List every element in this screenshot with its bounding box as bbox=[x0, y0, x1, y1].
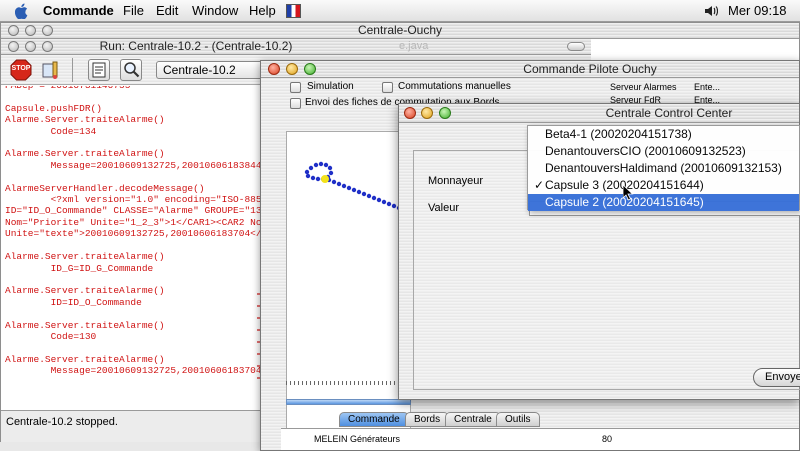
menu-window[interactable]: Window bbox=[192, 3, 238, 18]
volume-icon[interactable] bbox=[704, 5, 719, 17]
stop-button[interactable]: STOP bbox=[10, 59, 32, 81]
menubar-clock[interactable]: Mer 09:18 bbox=[728, 3, 787, 18]
close-icon[interactable] bbox=[8, 41, 19, 52]
console-line: Alarme.Server.traiteAlarme() bbox=[5, 285, 165, 297]
console-line: ID="ID_O_Commande" CLASSE="Alarme" GROUP… bbox=[5, 205, 262, 217]
ide-window-title: Centrale-Ouchy bbox=[357, 23, 443, 37]
monnayeur-label: Monnayeur bbox=[428, 175, 484, 187]
simulation-checkbox[interactable] bbox=[290, 82, 301, 93]
toolbar-separator bbox=[72, 58, 73, 82]
serveur-alarmes-label: Serveur Alarmes bbox=[610, 82, 677, 92]
zoom-icon[interactable] bbox=[42, 41, 53, 52]
checkmark-icon: ✓ bbox=[534, 178, 545, 192]
zoom-icon[interactable] bbox=[304, 63, 316, 75]
console-line: Message=20010609132725,20010606183844 bbox=[5, 159, 262, 171]
pilot-window-title: Commande Pilote Ouchy bbox=[523, 62, 657, 76]
tab-centrale[interactable]: Centrale bbox=[445, 412, 501, 427]
target-combo[interactable]: Centrale-10.2 bbox=[156, 61, 266, 79]
capsule-dropdown[interactable]: Beta4-1 (20020204151738) DenantouversCIO… bbox=[527, 125, 800, 211]
close-icon[interactable] bbox=[8, 25, 19, 36]
dropdown-item-denantouvers-haldimand[interactable]: DenantouversHaldimand (20010609132153) bbox=[528, 160, 799, 177]
track-panel[interactable] bbox=[286, 131, 411, 441]
collapse-pill-icon[interactable] bbox=[567, 42, 585, 51]
envoyer-button[interactable]: Envoye bbox=[753, 368, 800, 387]
console-line: <?xml version="1.0" encoding="ISO-8859- bbox=[5, 194, 263, 206]
menu-edit[interactable]: Edit bbox=[156, 3, 178, 18]
zoom-icon[interactable] bbox=[42, 25, 53, 36]
flag-icon[interactable] bbox=[286, 4, 301, 18]
console-line: Nom="Priorite" Unite="1_2_3">1</CAR1><CA… bbox=[5, 216, 262, 228]
console-line: Code=134 bbox=[5, 125, 97, 137]
dropdown-item-denantouvers-cio[interactable]: DenantouversCIO (20010609132523) bbox=[528, 143, 799, 160]
menu-file[interactable]: File bbox=[123, 3, 144, 18]
control-titlebar[interactable]: Centrale Control Center bbox=[399, 104, 799, 123]
minimize-icon[interactable] bbox=[421, 107, 433, 119]
tab-bords[interactable]: Bords bbox=[405, 412, 450, 427]
bottom-row-label: MELEIN Générateurs bbox=[314, 434, 401, 444]
console-line: ID=ID_O_Commande bbox=[5, 296, 142, 308]
mouse-pointer-icon bbox=[622, 184, 634, 201]
status-text: Centrale-10.2 stopped. bbox=[6, 416, 118, 428]
progress-bar bbox=[286, 399, 411, 405]
envoyer-label: Envoye bbox=[765, 371, 800, 383]
console-line: Alarme.Server.traiteAlarme() bbox=[5, 251, 165, 263]
run-titlebar[interactable]: Run: Centrale-10.2 - (Centrale-10.2) e.j… bbox=[1, 39, 591, 55]
valeur-label: Valeur bbox=[428, 202, 459, 214]
ide-titlebar[interactable]: Centrale-Ouchy bbox=[1, 23, 799, 39]
commutations-label: Commutations manuelles bbox=[398, 81, 511, 92]
console-line: Unite="texte">20010609132725,20010606183… bbox=[5, 228, 262, 240]
control-window-title: Centrale Control Center bbox=[605, 106, 733, 120]
minimize-icon[interactable] bbox=[25, 25, 36, 36]
console-text: PADep = 20010731140755 Capsule.pushFDR()… bbox=[5, 86, 263, 377]
simulation-label: Simulation bbox=[307, 81, 354, 92]
commutations-checkbox[interactable] bbox=[382, 82, 393, 93]
minimize-icon[interactable] bbox=[25, 41, 36, 52]
console-output[interactable]: PADep = 20010731140755 Capsule.pushFDR()… bbox=[1, 86, 263, 408]
tab-commande[interactable]: Commande bbox=[339, 412, 409, 427]
dropdown-item-capsule-2[interactable]: Capsule 2 (20020204151645) bbox=[528, 194, 799, 211]
console-line: Alarme.Server.traiteAlarme() bbox=[5, 114, 165, 126]
track-scale bbox=[286, 381, 411, 385]
pilot-titlebar[interactable]: Commande Pilote Ouchy bbox=[261, 61, 799, 78]
menu-bar: Commande File Edit Window Help Mer 09:18 bbox=[0, 0, 800, 22]
zoom-icon[interactable] bbox=[439, 107, 451, 119]
faded-file-label: e.java bbox=[399, 40, 429, 52]
console-line: Alarme.Server.traiteAlarme() bbox=[5, 319, 165, 331]
console-line: ID_G=ID_G_Commande bbox=[5, 262, 154, 274]
console-line: AlarmeServerHandler.decodeMessage() bbox=[5, 182, 205, 194]
target-combo-value: Centrale-10.2 bbox=[163, 63, 236, 77]
magnifier-icon[interactable] bbox=[120, 59, 142, 81]
close-icon[interactable] bbox=[404, 107, 416, 119]
console-line: Code=130 bbox=[5, 330, 97, 342]
close-icon[interactable] bbox=[268, 63, 280, 75]
menu-help[interactable]: Help bbox=[249, 3, 276, 18]
apple-icon[interactable] bbox=[14, 3, 29, 20]
minimize-icon[interactable] bbox=[286, 63, 298, 75]
envoi-checkbox[interactable] bbox=[290, 98, 301, 109]
list-icon[interactable] bbox=[88, 59, 110, 81]
tab-content: MELEIN Générateurs 80 bbox=[281, 428, 799, 450]
app-menu[interactable]: Commande bbox=[43, 3, 114, 18]
tab-outils[interactable]: Outils bbox=[496, 412, 540, 427]
stop-label: STOP bbox=[11, 65, 31, 72]
dropdown-item-beta4[interactable]: Beta4-1 (20020204151738) bbox=[528, 126, 799, 143]
console-line: Message=20010609132725,20010606183704 bbox=[5, 365, 262, 377]
dropdown-item-capsule-3[interactable]: Capsule 3 (20020204151644) bbox=[528, 177, 799, 194]
console-line: Alarme.Server.traiteAlarme() bbox=[5, 353, 165, 365]
ide-status-bar: Centrale-10.2 stopped. bbox=[1, 410, 263, 442]
console-line: Alarme.Server.traiteAlarme() bbox=[5, 148, 165, 160]
track-map bbox=[304, 161, 402, 211]
clean-icon[interactable] bbox=[40, 60, 60, 80]
serveur-alarmes-value: Ente... bbox=[694, 82, 721, 92]
console-line: Capsule.pushFDR() bbox=[5, 102, 102, 114]
bottom-row-value: 80 bbox=[602, 434, 613, 444]
run-window-title: Run: Centrale-10.2 - (Centrale-10.2) bbox=[99, 39, 293, 53]
